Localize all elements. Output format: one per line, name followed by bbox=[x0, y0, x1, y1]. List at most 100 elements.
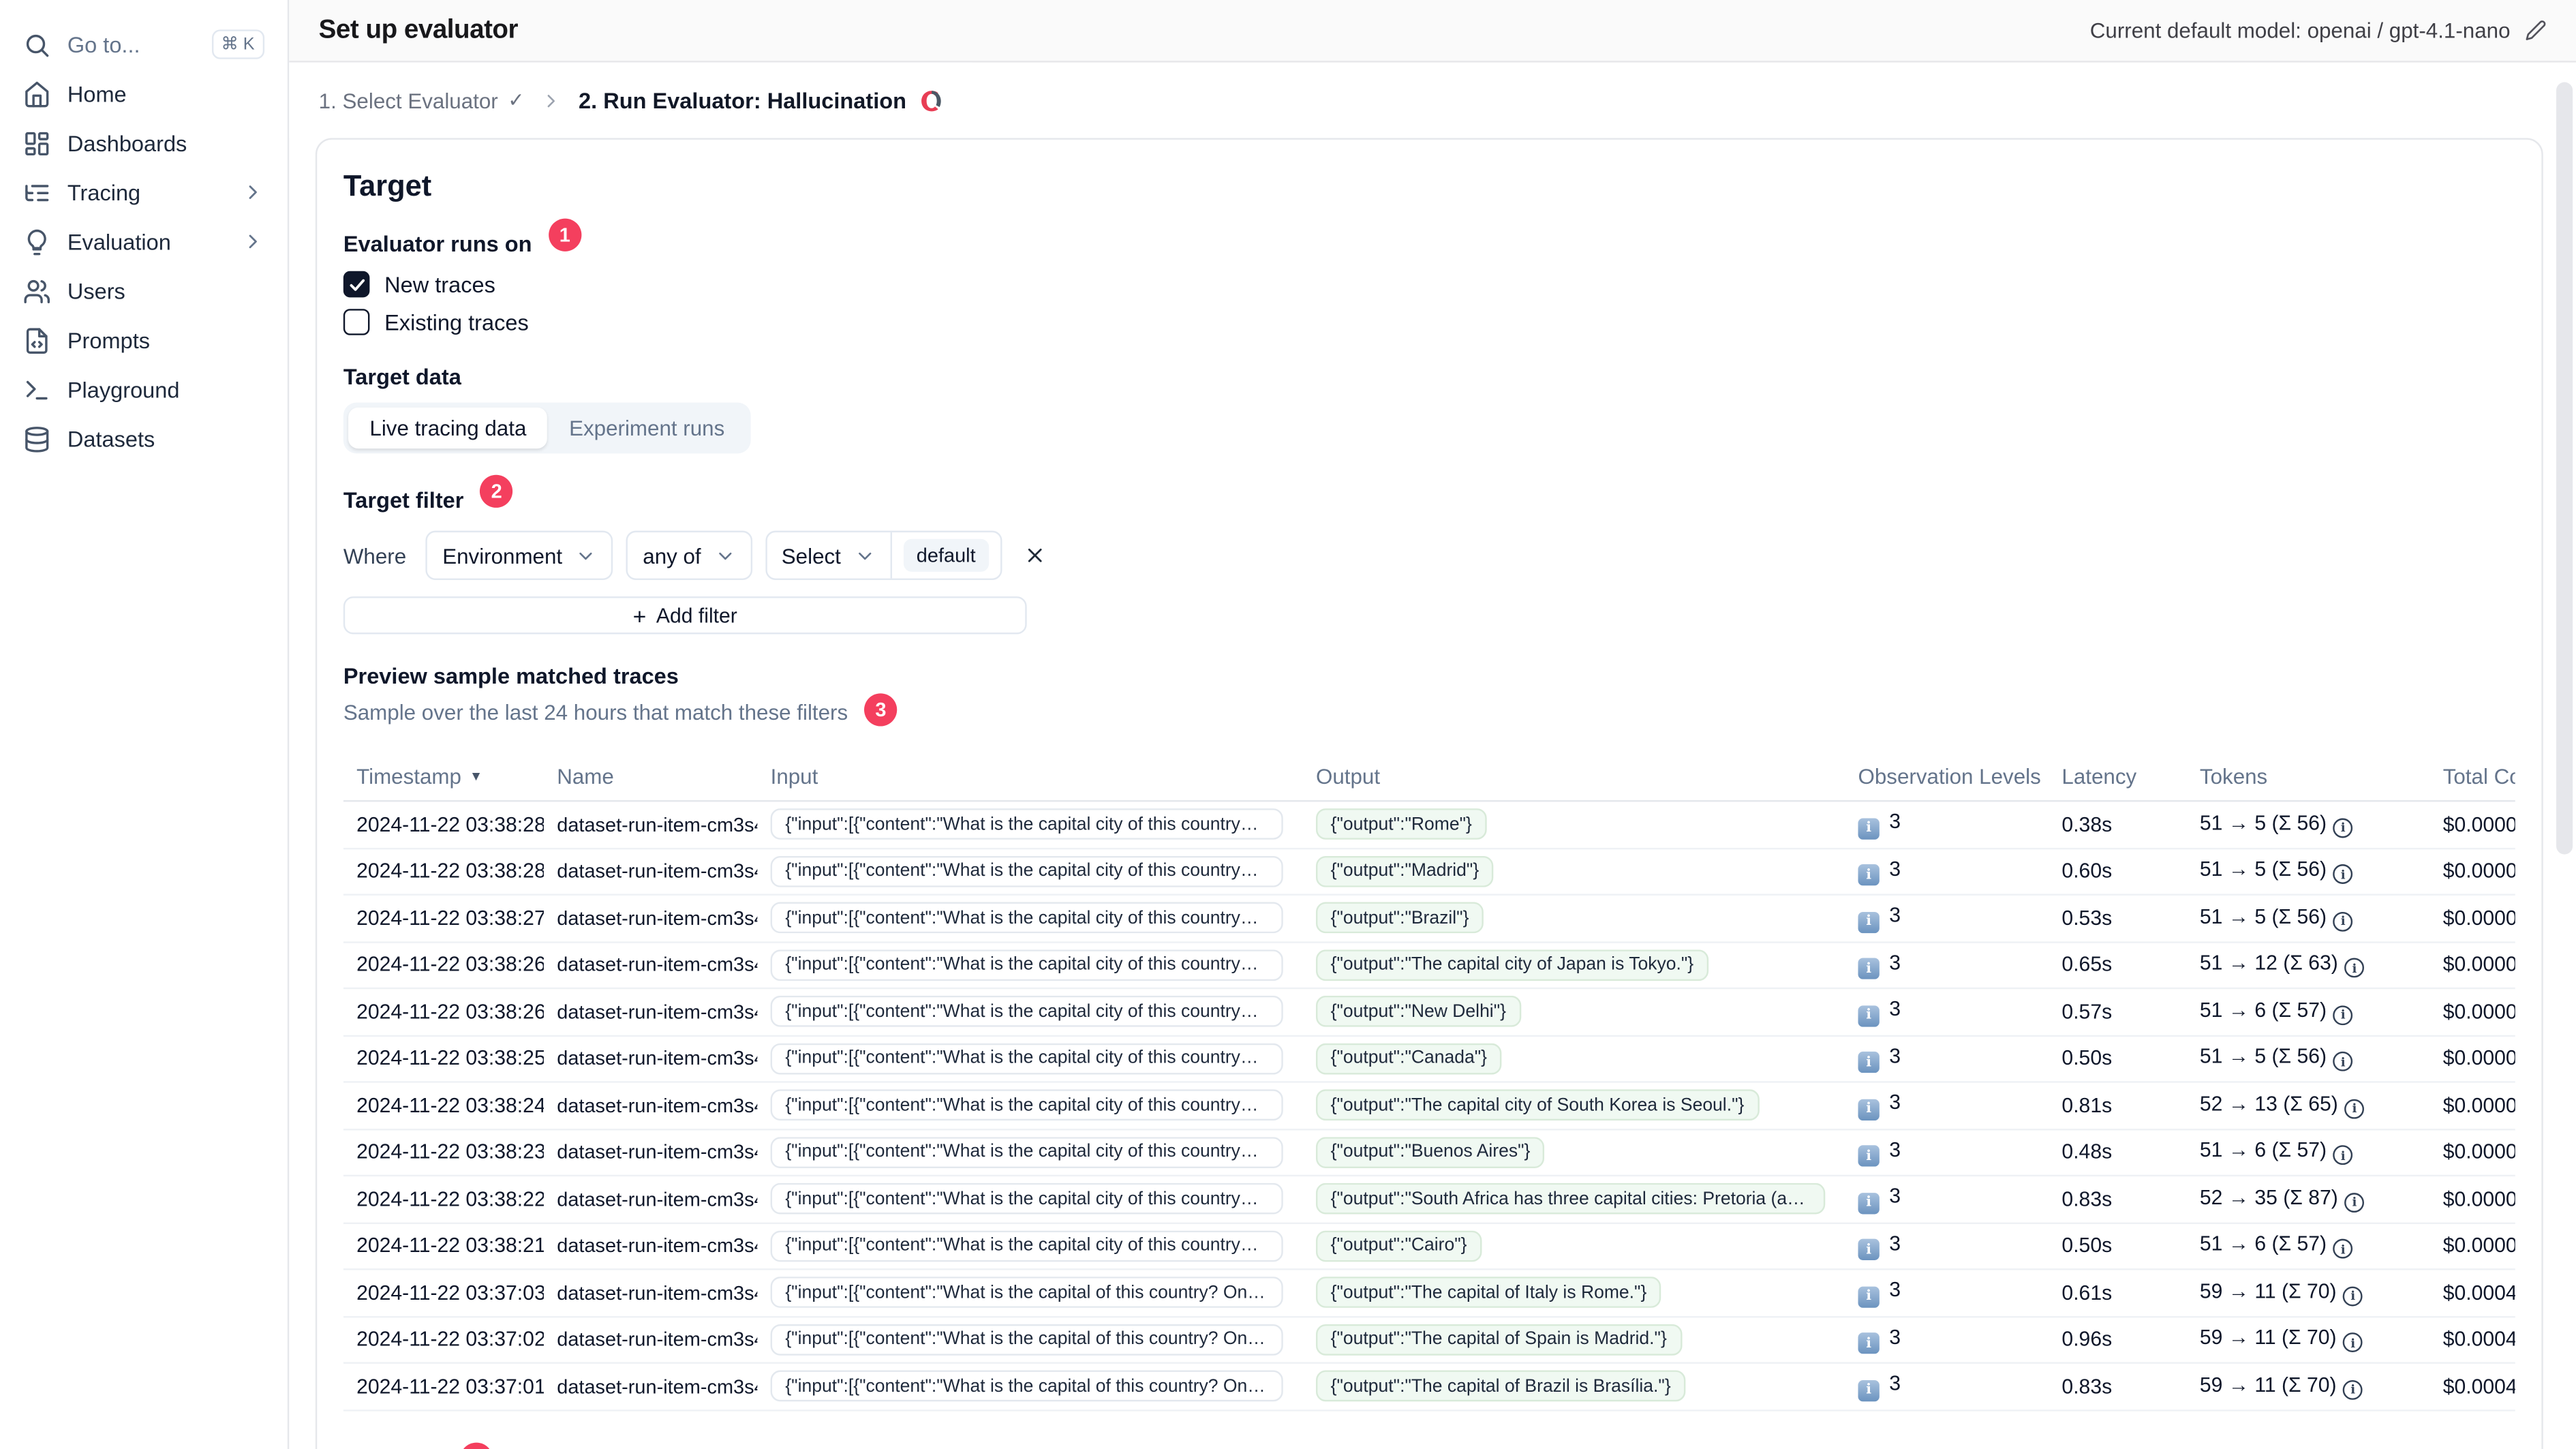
info-square-icon: i bbox=[1858, 1191, 1880, 1214]
tokens-info-icon[interactable]: i bbox=[2344, 958, 2365, 978]
sidebar-item-prompts[interactable]: Prompts bbox=[0, 316, 288, 365]
filter-row: Where Environment any of Select default bbox=[343, 530, 2515, 580]
tokens-info-icon[interactable]: i bbox=[2333, 1052, 2353, 1072]
sidebar-item-dashboards[interactable]: Dashboards bbox=[0, 119, 288, 168]
info-square-icon: i bbox=[1858, 1098, 1880, 1120]
observation-levels-cell: i3 bbox=[1845, 1138, 2049, 1167]
observation-levels-cell: i3 bbox=[1845, 951, 2049, 979]
name-cell: dataset-run-item-cm3s4 bbox=[557, 859, 758, 883]
filter-operator-select[interactable]: any of bbox=[626, 530, 752, 580]
column-header-timestamp[interactable]: Timestamp ▼ bbox=[343, 763, 544, 788]
sidebar: Go to... ⌘ K Home Dashboards Tracing Evalua… bbox=[0, 0, 290, 1449]
latency-cell: 0.83s bbox=[2061, 1187, 2113, 1211]
existing-traces-option[interactable]: Existing traces bbox=[343, 309, 2515, 335]
sidebar-item-playground[interactable]: Playground bbox=[0, 365, 288, 414]
table-row[interactable]: 2024-11-22 03:37:01 dataset-run-item-cm3s… bbox=[343, 1364, 2515, 1411]
filter-value-chip: default bbox=[903, 538, 989, 572]
tokens-info-icon[interactable]: i bbox=[2343, 1379, 2363, 1400]
sidebar-item-datasets[interactable]: Datasets bbox=[0, 414, 288, 463]
evaluation-icon bbox=[23, 228, 51, 256]
column-header-observation-levels[interactable]: Observation Levels bbox=[1845, 763, 2049, 788]
sidebar-item-label: Prompts bbox=[67, 327, 151, 353]
remove-filter-button[interactable] bbox=[1015, 536, 1055, 575]
column-header-input[interactable]: Input bbox=[757, 763, 1302, 788]
info-square-icon: i bbox=[1858, 1051, 1880, 1073]
sidebar-item-users[interactable]: Users bbox=[0, 266, 288, 316]
tab-live-tracing-data[interactable]: Live tracing data bbox=[348, 407, 548, 449]
tokens-info-icon[interactable]: i bbox=[2333, 864, 2353, 885]
page-scrollbar bbox=[2556, 65, 2573, 1449]
filter-field-select[interactable]: Environment bbox=[426, 530, 613, 580]
table-row[interactable]: 2024-11-22 03:38:27 dataset-run-item-cm3s… bbox=[343, 896, 2515, 943]
column-header-name[interactable]: Name bbox=[544, 763, 757, 788]
output-box: {"output":"The capital of Italy is Rome.… bbox=[1315, 1277, 1662, 1309]
table-row[interactable]: 2024-11-22 03:38:28 dataset-run-item-cm3s… bbox=[343, 849, 2515, 896]
info-square-icon: i bbox=[1858, 1285, 1880, 1307]
column-header-tokens[interactable]: Tokens bbox=[2187, 763, 2430, 788]
tokens-info-icon[interactable]: i bbox=[2333, 817, 2353, 838]
sidebar-item-tracing[interactable]: Tracing bbox=[0, 168, 288, 217]
tokens-info-icon[interactable]: i bbox=[2343, 1285, 2363, 1306]
filter-field-value: Environment bbox=[442, 543, 563, 568]
table-row[interactable]: 2024-11-22 03:37:02 dataset-run-item-cm3s… bbox=[343, 1317, 2515, 1364]
tokens-info-icon[interactable]: i bbox=[2344, 1192, 2365, 1212]
total-cost-cell: $0.000011 ( bbox=[2442, 1234, 2515, 1257]
add-filter-button[interactable]: + Add filter bbox=[343, 596, 1027, 635]
sidebar-item-evaluation[interactable]: Evaluation bbox=[0, 217, 288, 266]
step-select-evaluator[interactable]: 1. Select Evaluator ✓ bbox=[319, 88, 525, 112]
output-cell: {"output":"The capital city of South Kor… bbox=[1303, 1089, 1845, 1121]
sidebar-nav: Home Dashboards Tracing Evaluation Users Prom… bbox=[0, 69, 288, 463]
input-box: {"input":[{"content":"What is the capita… bbox=[770, 1277, 1283, 1309]
sidebar-item-label: Tracing bbox=[67, 179, 141, 205]
tokens-info-icon[interactable]: i bbox=[2343, 1332, 2363, 1353]
table-row[interactable]: 2024-11-22 03:38:23 dataset-run-item-cm3s… bbox=[343, 1129, 2515, 1177]
tokens-info-icon[interactable]: i bbox=[2333, 1239, 2353, 1260]
output-box: {"output":"South Africa has three capita… bbox=[1315, 1183, 1826, 1215]
edit-model-button[interactable] bbox=[2524, 19, 2547, 42]
table-body: 2024-11-22 03:38:28 dataset-run-item-cm3s… bbox=[343, 802, 2515, 1411]
latency-cell: 0.81s bbox=[2061, 1093, 2113, 1117]
name-cell: dataset-run-item-cm3s4 bbox=[557, 1093, 758, 1117]
tab-experiment-runs[interactable]: Experiment runs bbox=[548, 408, 746, 448]
table-row[interactable]: 2024-11-22 03:38:28 dataset-run-item-cm3s… bbox=[343, 802, 2515, 849]
output-box: {"output":"Madrid"} bbox=[1315, 855, 1494, 887]
table-row[interactable]: 2024-11-22 03:38:25 dataset-run-item-cm3s… bbox=[343, 1036, 2515, 1083]
tokens-cell: 51 → 5 (Σ 56) i bbox=[2187, 905, 2430, 932]
column-header-total-cost[interactable]: Total Cost bbox=[2429, 763, 2515, 788]
input-cell: {"input":[{"content":"What is the capita… bbox=[757, 949, 1302, 981]
table-row[interactable]: 2024-11-22 03:37:03 dataset-run-item-cm3s… bbox=[343, 1270, 2515, 1317]
tokens-cell: 52 → 35 (Σ 87) i bbox=[2187, 1186, 2430, 1212]
timestamp-cell: 2024-11-22 03:38:22 bbox=[356, 1187, 544, 1211]
input-cell: {"input":[{"content":"What is the capita… bbox=[757, 1230, 1302, 1262]
latency-cell: 0.48s bbox=[2061, 1140, 2113, 1164]
column-header-latency[interactable]: Latency bbox=[2049, 763, 2186, 788]
scrollbar-thumb[interactable] bbox=[2556, 82, 2573, 855]
new-traces-checkbox[interactable] bbox=[343, 271, 370, 298]
chevron-right-icon bbox=[541, 89, 562, 110]
table-row[interactable]: 2024-11-22 03:38:26 dataset-run-item-cm3s… bbox=[343, 943, 2515, 990]
latency-cell: 0.65s bbox=[2061, 953, 2113, 977]
sidebar-item-label: Datasets bbox=[67, 426, 155, 451]
sidebar-item-home[interactable]: Home bbox=[0, 69, 288, 118]
topbar: Set up evaluator Current default model: … bbox=[289, 0, 2576, 63]
existing-traces-checkbox[interactable] bbox=[343, 309, 370, 335]
filter-value-select[interactable]: Select default bbox=[765, 530, 1002, 580]
table-row[interactable]: 2024-11-22 03:38:21 dataset-run-item-cm3s… bbox=[343, 1223, 2515, 1270]
total-cost-cell: $0.00046 ( bbox=[2442, 1328, 2515, 1352]
tokens-info-icon[interactable]: i bbox=[2333, 1145, 2353, 1165]
tokens-cell: 51 → 6 (Σ 57) i bbox=[2187, 1233, 2430, 1260]
observation-levels-cell: i3 bbox=[1845, 904, 2049, 933]
tokens-info-icon[interactable]: i bbox=[2344, 1099, 2365, 1119]
tokens-info-icon[interactable]: i bbox=[2333, 911, 2353, 932]
divider bbox=[890, 532, 892, 579]
input-cell: {"input":[{"content":"What is the capita… bbox=[757, 1277, 1302, 1309]
table-row[interactable]: 2024-11-22 03:38:26 dataset-run-item-cm3s… bbox=[343, 989, 2515, 1036]
new-traces-option[interactable]: New traces bbox=[343, 271, 2515, 298]
column-header-output[interactable]: Output bbox=[1303, 763, 1845, 788]
tokens-info-icon[interactable]: i bbox=[2333, 1005, 2353, 1025]
table-row[interactable]: 2024-11-22 03:38:22 dataset-run-item-cm3s… bbox=[343, 1176, 2515, 1223]
info-square-icon: i bbox=[1858, 1332, 1880, 1354]
table-row[interactable]: 2024-11-22 03:38:24 dataset-run-item-cm3s… bbox=[343, 1083, 2515, 1130]
goto-search-button[interactable]: Go to... ⌘ K bbox=[0, 20, 288, 69]
total-cost-cell: $0.000011 ( bbox=[2442, 1000, 2515, 1024]
